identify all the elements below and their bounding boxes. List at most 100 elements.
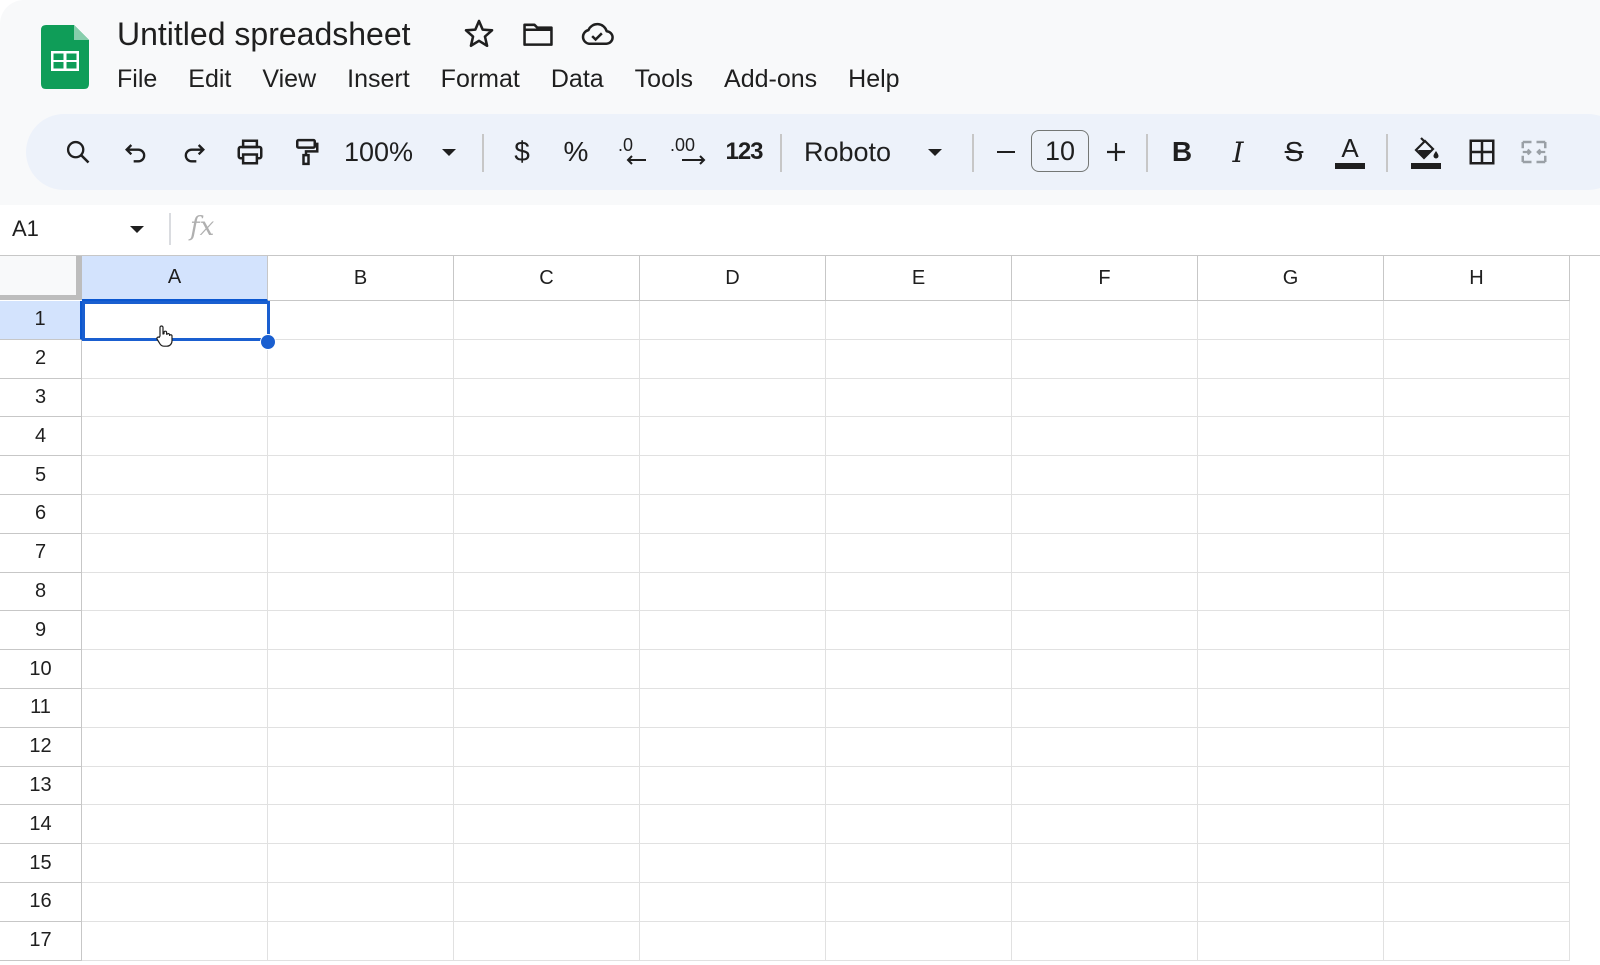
menu-view[interactable]: View — [262, 62, 316, 96]
cell-f10[interactable] — [1012, 650, 1198, 689]
undo-icon[interactable] — [118, 114, 154, 190]
cell-b3[interactable] — [268, 378, 454, 418]
cell-h11[interactable] — [1384, 689, 1570, 728]
cell-h3[interactable] — [1384, 378, 1570, 418]
row-header-17[interactable]: 17 — [0, 921, 82, 961]
cell-f4[interactable] — [1012, 417, 1198, 457]
cell-c15[interactable] — [454, 844, 640, 883]
row-header-9[interactable]: 9 — [0, 611, 82, 651]
cell-h8[interactable] — [1384, 572, 1570, 612]
chevron-down-icon[interactable] — [434, 114, 464, 190]
menu-file[interactable]: File — [117, 62, 157, 96]
cell-d4[interactable] — [640, 417, 826, 457]
cell-h7[interactable] — [1384, 533, 1570, 573]
row-header-15[interactable]: 15 — [0, 844, 82, 883]
cell-b4[interactable] — [268, 417, 454, 457]
cell-h16[interactable] — [1384, 883, 1570, 922]
number-format-button[interactable]: 123 — [722, 114, 766, 190]
menu-addons[interactable]: Add-ons — [724, 62, 817, 96]
cell-d11[interactable] — [640, 689, 826, 728]
cell-h5[interactable] — [1384, 456, 1570, 495]
cell-d16[interactable] — [640, 883, 826, 922]
cell-h6[interactable] — [1384, 495, 1570, 534]
redo-icon[interactable] — [176, 114, 212, 190]
cell-f11[interactable] — [1012, 689, 1198, 728]
cell-d9[interactable] — [640, 611, 826, 651]
row-header-8[interactable]: 8 — [0, 572, 82, 612]
row-header-12[interactable]: 12 — [0, 727, 82, 767]
cell-e6[interactable] — [826, 495, 1012, 534]
cell-g9[interactable] — [1198, 611, 1384, 651]
row-header-11[interactable]: 11 — [0, 689, 82, 728]
cell-f2[interactable] — [1012, 339, 1198, 379]
cell-f5[interactable] — [1012, 456, 1198, 495]
cell-g14[interactable] — [1198, 805, 1384, 845]
column-header-b[interactable]: B — [268, 256, 454, 301]
cell-a6[interactable] — [82, 495, 268, 534]
italic-button[interactable]: I — [1220, 114, 1256, 190]
cell-a4[interactable] — [82, 417, 268, 457]
cell-b12[interactable] — [268, 727, 454, 767]
row-header-13[interactable]: 13 — [0, 766, 82, 806]
cell-c14[interactable] — [454, 805, 640, 845]
cell-e11[interactable] — [826, 689, 1012, 728]
row-header-2[interactable]: 2 — [0, 339, 82, 379]
cell-e10[interactable] — [826, 650, 1012, 689]
cell-b11[interactable] — [268, 689, 454, 728]
currency-format-button[interactable]: $ — [504, 114, 540, 190]
cell-d15[interactable] — [640, 844, 826, 883]
cell-h10[interactable] — [1384, 650, 1570, 689]
cell-h17[interactable] — [1384, 921, 1570, 961]
cell-c4[interactable] — [454, 417, 640, 457]
cell-f7[interactable] — [1012, 533, 1198, 573]
cell-c12[interactable] — [454, 727, 640, 767]
sheets-logo-icon[interactable] — [41, 25, 89, 89]
cell-d13[interactable] — [640, 766, 826, 806]
cell-e16[interactable] — [826, 883, 1012, 922]
row-header-7[interactable]: 7 — [0, 533, 82, 573]
cell-f9[interactable] — [1012, 611, 1198, 651]
menu-tools[interactable]: Tools — [635, 62, 693, 96]
cell-h12[interactable] — [1384, 727, 1570, 767]
row-header-6[interactable]: 6 — [0, 495, 82, 534]
menu-help[interactable]: Help — [848, 62, 899, 96]
cell-c8[interactable] — [454, 572, 640, 612]
cell-a8[interactable] — [82, 572, 268, 612]
cell-b16[interactable] — [268, 883, 454, 922]
cell-g6[interactable] — [1198, 495, 1384, 534]
cell-e1[interactable] — [826, 301, 1012, 340]
menu-insert[interactable]: Insert — [347, 62, 410, 96]
fill-handle[interactable] — [260, 334, 276, 350]
cell-c10[interactable] — [454, 650, 640, 689]
cell-g4[interactable] — [1198, 417, 1384, 457]
cell-c2[interactable] — [454, 339, 640, 379]
cell-g8[interactable] — [1198, 572, 1384, 612]
cell-f6[interactable] — [1012, 495, 1198, 534]
cell-d12[interactable] — [640, 727, 826, 767]
cell-a5[interactable] — [82, 456, 268, 495]
cell-d17[interactable] — [640, 921, 826, 961]
cell-g13[interactable] — [1198, 766, 1384, 806]
cell-f8[interactable] — [1012, 572, 1198, 612]
formula-input[interactable] — [230, 208, 1584, 252]
decrease-font-size-button[interactable] — [988, 114, 1024, 190]
menu-edit[interactable]: Edit — [188, 62, 231, 96]
cell-h14[interactable] — [1384, 805, 1570, 845]
cell-g1[interactable] — [1198, 301, 1384, 340]
freeze-row-handle[interactable] — [0, 295, 82, 300]
font-size-input[interactable]: 10 — [1031, 130, 1089, 172]
select-all-corner[interactable] — [0, 256, 82, 300]
cell-c7[interactable] — [454, 533, 640, 573]
cell-d14[interactable] — [640, 805, 826, 845]
print-icon[interactable] — [232, 114, 268, 190]
cell-b14[interactable] — [268, 805, 454, 845]
cell-h2[interactable] — [1384, 339, 1570, 379]
row-header-4[interactable]: 4 — [0, 417, 82, 457]
cell-g7[interactable] — [1198, 533, 1384, 573]
cell-e9[interactable] — [826, 611, 1012, 651]
cell-f1[interactable] — [1012, 301, 1198, 340]
text-color-button[interactable]: A — [1332, 114, 1368, 190]
cell-a9[interactable] — [82, 611, 268, 651]
column-header-d[interactable]: D — [640, 256, 826, 301]
cell-f13[interactable] — [1012, 766, 1198, 806]
